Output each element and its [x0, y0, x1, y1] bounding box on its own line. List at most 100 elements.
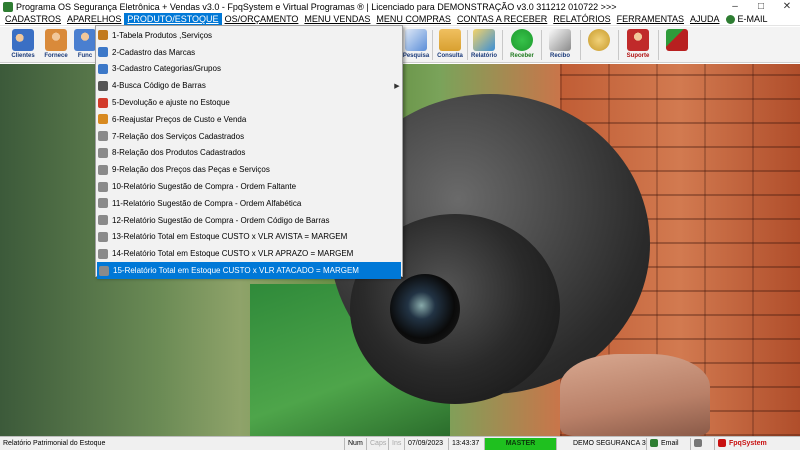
menu-ferramentas[interactable]: FERRAMENTAS	[614, 13, 687, 25]
dropdown-item-8[interactable]: 8-Relação dos Produtos Cadastrados	[96, 145, 402, 162]
maximize-button[interactable]: □	[748, 0, 774, 13]
status-brand-label: FpqSystem	[729, 439, 767, 447]
dropdown-item-label: 10-Relatório Sugestão de Compra - Ordem …	[112, 182, 297, 192]
dropdown-item-12[interactable]: 12-Relatório Sugestão de Compra - Ordem …	[96, 212, 402, 229]
minimize-button[interactable]: –	[722, 0, 748, 13]
report-icon	[98, 147, 108, 158]
clientes-label: Clientes	[11, 53, 35, 59]
consulta-label: Consulta	[437, 53, 463, 59]
menu-aparelhos[interactable]: APARELHOS	[64, 13, 124, 25]
box-icon	[98, 30, 108, 41]
report-icon	[98, 215, 108, 226]
suporte-button[interactable]: Suporte	[622, 28, 654, 62]
report-icon	[99, 265, 109, 276]
report-icon	[98, 181, 108, 192]
report-icon	[473, 29, 495, 51]
copyright-icon	[98, 63, 108, 74]
status-email[interactable]: Email	[647, 437, 691, 450]
support-icon	[627, 29, 649, 51]
menu-os-orcamento[interactable]: OS/ORÇAMENTO	[222, 13, 302, 25]
func-button[interactable]: Func	[74, 28, 96, 62]
dropdown-item-label: 7-Relação dos Serviços Cadastrados	[112, 131, 245, 141]
hand-image	[560, 354, 710, 436]
dropdown-item-13[interactable]: 13-Relatório Total em Estoque CUSTO x VL…	[96, 229, 402, 246]
report-icon	[98, 198, 108, 209]
status-email-label: Email	[661, 439, 679, 447]
coin-button[interactable]	[586, 28, 612, 62]
dropdown-item-10[interactable]: 10-Relatório Sugestão de Compra - Ordem …	[96, 178, 402, 195]
status-brand: FpqSystem	[715, 438, 769, 450]
clientes-button[interactable]: Clientes	[6, 28, 40, 62]
menu-vendas[interactable]: MENU VENDAS	[301, 13, 373, 25]
status-ins: Ins	[389, 437, 405, 450]
dropdown-item-2[interactable]: 2-Cadastro das Marcas	[96, 44, 402, 61]
dropdown-item-11[interactable]: 11-Relatório Sugestão de Compra - Ordem …	[96, 195, 402, 212]
dropdown-item-5[interactable]: 5-Devolução e ajuste no Estoque	[96, 94, 402, 111]
dropdown-item-label: 11-Relatório Sugestão de Compra - Ordem …	[112, 198, 302, 208]
menu-compras[interactable]: MENU COMPRAS	[373, 13, 454, 25]
close-button[interactable]: ✕	[774, 0, 800, 13]
dropdown-item-label: 9-Relação dos Preços das Peças e Serviço…	[112, 165, 270, 175]
fornece-button[interactable]: Fornece	[41, 28, 71, 62]
receipt-icon	[549, 29, 571, 51]
fornece-label: Fornece	[44, 53, 68, 59]
dropdown-item-label: 6-Reajustar Preços de Custo e Venda	[112, 114, 247, 124]
window-title: Programa OS Segurança Eletrônica + Venda…	[16, 1, 617, 12]
dropdown-item-label: 1-Tabela Produtos ,Serviços	[112, 30, 213, 40]
toolbar-separator	[580, 30, 581, 60]
folder-icon	[439, 29, 461, 51]
dropdown-item-label: 3-Cadastro Categorias/Grupos	[112, 64, 221, 74]
title-bar: Programa OS Segurança Eletrônica + Venda…	[0, 0, 800, 13]
menu-relatorios[interactable]: RELATÓRIOS	[550, 13, 613, 25]
barcode-icon	[98, 80, 108, 91]
report-icon	[98, 248, 108, 259]
dropdown-item-6[interactable]: 6-Reajustar Preços de Custo e Venda	[96, 111, 402, 128]
dropdown-item-7[interactable]: 7-Relação dos Serviços Cadastrados	[96, 128, 402, 145]
search-icon	[405, 29, 427, 51]
dropdown-item-14[interactable]: 14-Relatório Total em Estoque CUSTO x VL…	[96, 245, 402, 262]
dropdown-item-4[interactable]: 4-Busca Código de Barras ▶	[96, 77, 402, 94]
dropdown-item-label: 13-Relatório Total em Estoque CUSTO x VL…	[112, 232, 348, 242]
status-company: DEMO SEGURANCA 3.0	[557, 437, 647, 450]
chevron-right-icon: ▶	[394, 82, 400, 90]
status-gear[interactable]	[691, 437, 715, 450]
supplier-icon	[45, 29, 67, 51]
status-bar: Relatório Patrimonial do Estoque Num Cap…	[0, 436, 800, 450]
price-icon	[98, 114, 108, 125]
report-icon	[98, 231, 108, 242]
dropdown-item-3[interactable]: 3-Cadastro Categorias/Grupos	[96, 61, 402, 78]
return-icon	[98, 97, 108, 108]
dropdown-item-label: 8-Relação dos Produtos Cadastrados	[112, 148, 246, 158]
report-icon	[98, 131, 108, 142]
menu-email-label: E-MAIL	[737, 14, 768, 24]
status-date: 07/09/2023	[405, 437, 449, 450]
suporte-label: Suporte	[626, 53, 650, 59]
dropdown-item-1[interactable]: 1-Tabela Produtos ,Serviços	[96, 27, 402, 44]
status-mode: MASTER	[485, 437, 557, 450]
func-label: Func	[77, 53, 93, 59]
dropdown-item-label: 12-Relatório Sugestão de Compra - Ordem …	[112, 215, 330, 225]
menu-email[interactable]: E-MAIL	[723, 13, 771, 25]
menu-ajuda[interactable]: AJUDA	[687, 13, 723, 25]
relatorio-button[interactable]: Relatório	[469, 28, 499, 62]
toolbar-separator	[658, 30, 659, 60]
coin-icon	[588, 29, 610, 51]
menu-contas-receber[interactable]: CONTAS A RECEBER	[454, 13, 550, 25]
menu-produto-estoque[interactable]: PRODUTO/ESTOQUE	[124, 13, 222, 25]
menu-cadastros[interactable]: CADASTROS	[2, 13, 64, 25]
toolbar-separator	[432, 30, 433, 60]
recibo-button[interactable]: Recibo	[544, 28, 576, 62]
produto-estoque-dropdown: 1-Tabela Produtos ,Serviços 2-Cadastro da…	[95, 25, 403, 279]
receber-button[interactable]: Receber	[506, 28, 538, 62]
consulta-button[interactable]: Consulta	[435, 28, 465, 62]
exit-button[interactable]	[662, 28, 692, 62]
dropdown-item-9[interactable]: 9-Relação dos Preços das Peças e Serviço…	[96, 161, 402, 178]
exit-icon	[666, 29, 688, 51]
dropdown-item-15[interactable]: 15-Relatório Total em Estoque CUSTO x VL…	[97, 262, 401, 279]
employee-icon	[74, 29, 96, 51]
email-icon	[650, 438, 658, 447]
clients-icon	[12, 29, 34, 51]
dropdown-item-label: 15-Relatório Total em Estoque CUSTO x VL…	[113, 266, 359, 276]
pesquisa-button[interactable]: Pesquisa	[402, 28, 430, 62]
email-icon	[725, 14, 735, 24]
